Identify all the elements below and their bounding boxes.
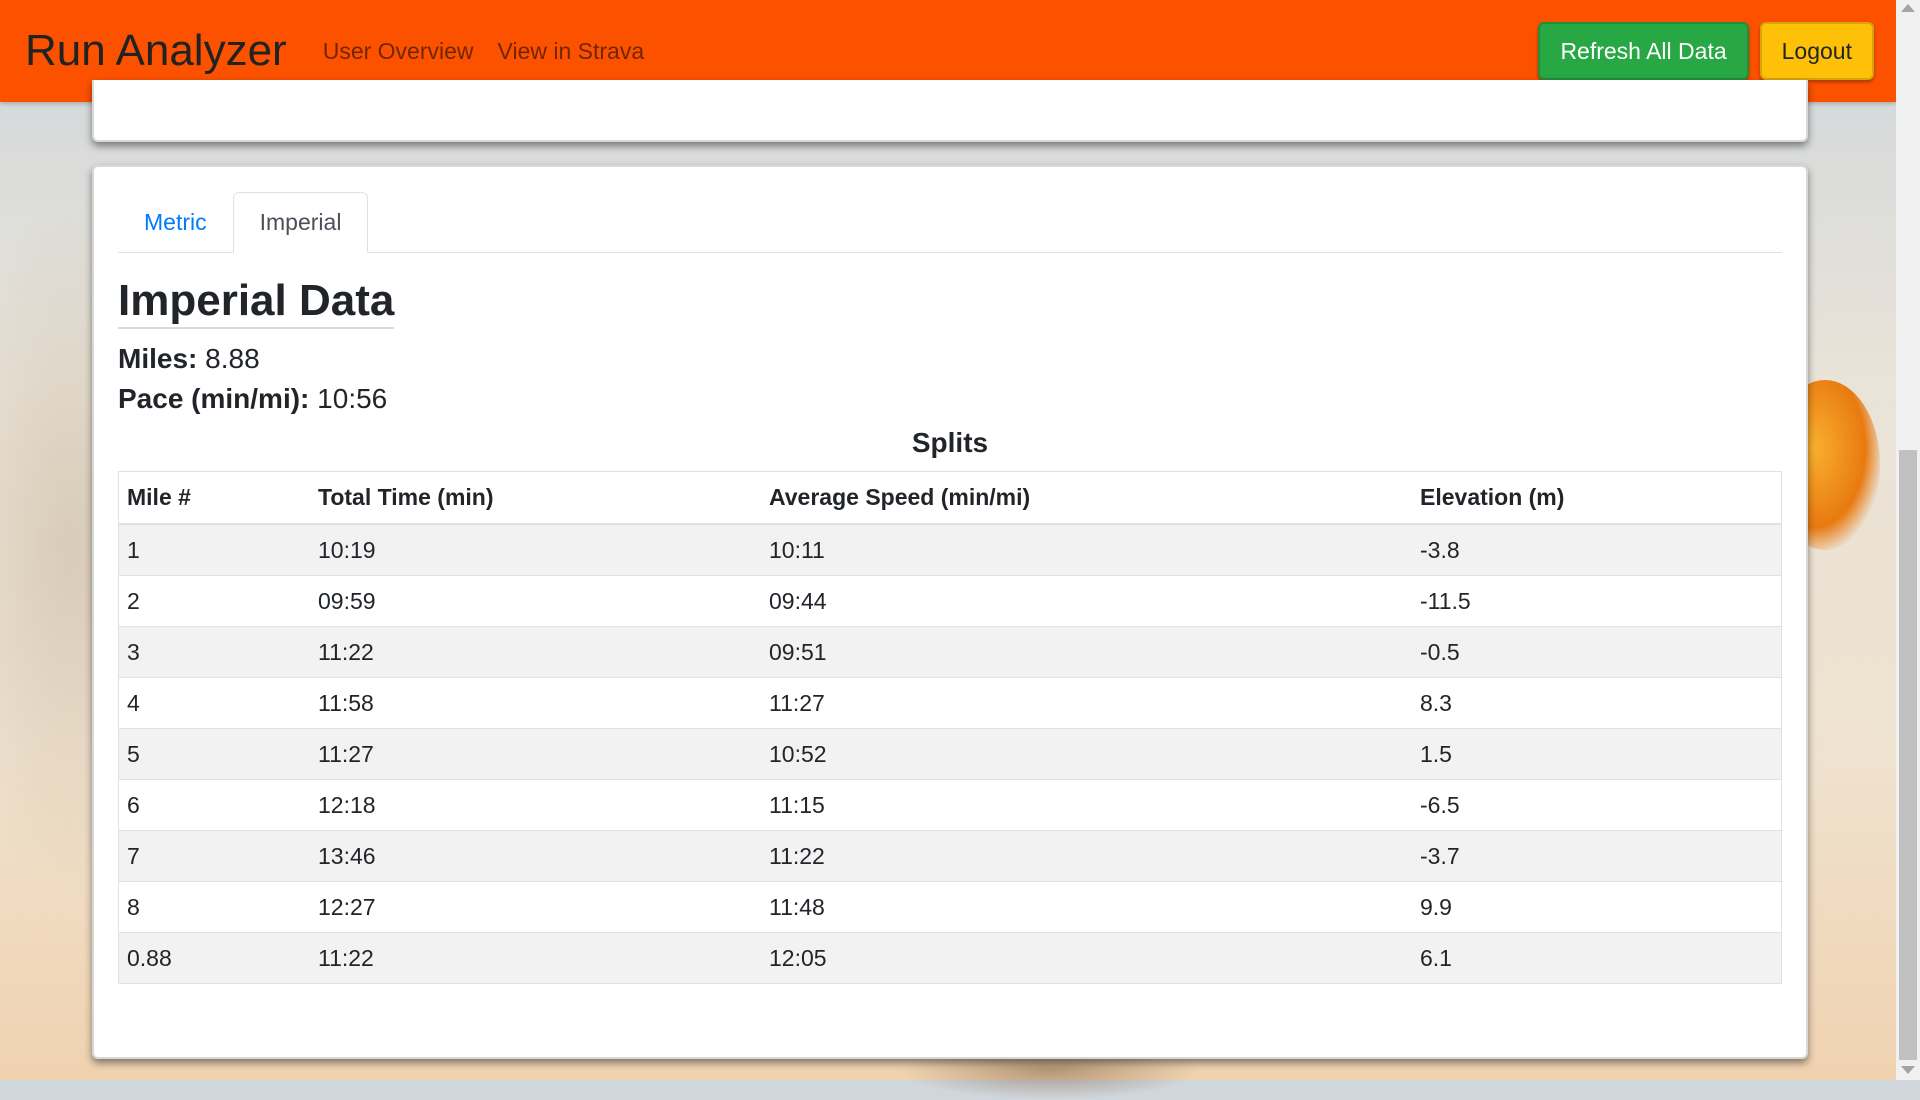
column-header-average-speed: Average Speed (min/mi) [761, 471, 1412, 526]
table-row: 6 12:18 11:15 -6.5 [118, 779, 1782, 831]
cell-mile: 3 [118, 626, 310, 678]
nav-link-view-in-strava[interactable]: View in Strava [498, 38, 645, 65]
miles-value: 8.88 [205, 343, 260, 375]
cell-total-time: 09:59 [310, 575, 761, 627]
column-header-elevation: Elevation (m) [1412, 471, 1782, 526]
cell-average-speed: 11:15 [761, 779, 1412, 831]
scrollbar-thumb[interactable] [1899, 450, 1917, 1060]
table-header-row: Mile # Total Time (min) Average Speed (m… [118, 471, 1782, 526]
cell-total-time: 11:22 [310, 932, 761, 984]
cell-average-speed: 09:44 [761, 575, 1412, 627]
cell-elevation: 6.1 [1412, 932, 1782, 984]
miles-label: Miles: [118, 343, 198, 375]
table-row: 4 11:58 11:27 8.3 [118, 677, 1782, 729]
refresh-all-data-button[interactable]: Refresh All Data [1538, 22, 1749, 80]
table-row: 7 13:46 11:22 -3.7 [118, 830, 1782, 882]
cell-elevation: -0.5 [1412, 626, 1782, 678]
cell-average-speed: 10:11 [761, 523, 1412, 576]
cell-mile: 7 [118, 830, 310, 882]
cell-average-speed: 11:48 [761, 881, 1412, 933]
table-row: 0.88 11:22 12:05 6.1 [118, 932, 1782, 984]
cell-total-time: 13:46 [310, 830, 761, 882]
cell-mile: 8 [118, 881, 310, 933]
cell-mile: 0.88 [118, 932, 310, 984]
pace-value: 10:56 [317, 383, 388, 415]
cell-mile: 1 [118, 523, 310, 576]
cell-mile: 6 [118, 779, 310, 831]
page-scrollbar[interactable] [1896, 0, 1920, 1080]
cell-elevation: 8.3 [1412, 677, 1782, 729]
column-header-total-time: Total Time (min) [310, 471, 761, 526]
cell-average-speed: 12:05 [761, 932, 1412, 984]
splits-table-body: 1 10:19 10:11 -3.8 2 09:59 09:44 -11.5 3… [118, 523, 1782, 984]
cell-average-speed: 11:27 [761, 677, 1412, 729]
cell-total-time: 12:27 [310, 881, 761, 933]
scroll-down-arrow-icon[interactable] [1901, 1066, 1915, 1074]
imperial-content: Imperial Data Miles: 8.88 Pace (min/mi):… [118, 276, 1782, 985]
tab-imperial[interactable]: Imperial [232, 192, 369, 253]
splits-table: Mile # Total Time (min) Average Speed (m… [118, 471, 1782, 985]
cell-elevation: -6.5 [1412, 779, 1782, 831]
splits-title: Splits [911, 427, 989, 459]
cell-mile: 4 [118, 677, 310, 729]
cell-average-speed: 09:51 [761, 626, 1412, 678]
navbar-actions: Refresh All Data Logout [1538, 22, 1874, 80]
cell-elevation: 1.5 [1412, 728, 1782, 780]
cell-mile: 2 [118, 575, 310, 627]
table-row: 8 12:27 11:48 9.9 [118, 881, 1782, 933]
cell-elevation: -3.8 [1412, 523, 1782, 576]
unit-tabs: Metric Imperial [118, 192, 1782, 253]
cell-mile: 5 [118, 728, 310, 780]
section-heading: Imperial Data [118, 276, 395, 330]
cell-elevation: 9.9 [1412, 881, 1782, 933]
cell-average-speed: 11:22 [761, 830, 1412, 882]
cell-total-time: 11:27 [310, 728, 761, 780]
miles-stat: Miles: 8.88 [118, 339, 1782, 379]
cell-total-time: 11:22 [310, 626, 761, 678]
scroll-up-arrow-icon[interactable] [1901, 4, 1915, 12]
cell-total-time: 10:19 [310, 523, 761, 576]
tab-metric[interactable]: Metric [118, 192, 233, 252]
nav-link-user-overview[interactable]: User Overview [323, 38, 474, 65]
cell-elevation: -11.5 [1412, 575, 1782, 627]
brand-title[interactable]: Run Analyzer [25, 26, 287, 76]
cell-total-time: 11:58 [310, 677, 761, 729]
table-row: 3 11:22 09:51 -0.5 [118, 626, 1782, 678]
pace-stat: Pace (min/mi): 10:56 [118, 379, 1782, 419]
table-row: 2 09:59 09:44 -11.5 [118, 575, 1782, 627]
previous-card [92, 80, 1808, 142]
column-header-mile: Mile # [118, 471, 310, 526]
table-row: 1 10:19 10:11 -3.8 [118, 523, 1782, 576]
cell-elevation: -3.7 [1412, 830, 1782, 882]
imperial-data-card: Metric Imperial Imperial Data Miles: 8.8… [92, 165, 1808, 1059]
table-row: 5 11:27 10:52 1.5 [118, 728, 1782, 780]
pace-label: Pace (min/mi): [118, 383, 310, 415]
cell-average-speed: 10:52 [761, 728, 1412, 780]
cell-total-time: 12:18 [310, 779, 761, 831]
logout-button[interactable]: Logout [1759, 22, 1874, 80]
